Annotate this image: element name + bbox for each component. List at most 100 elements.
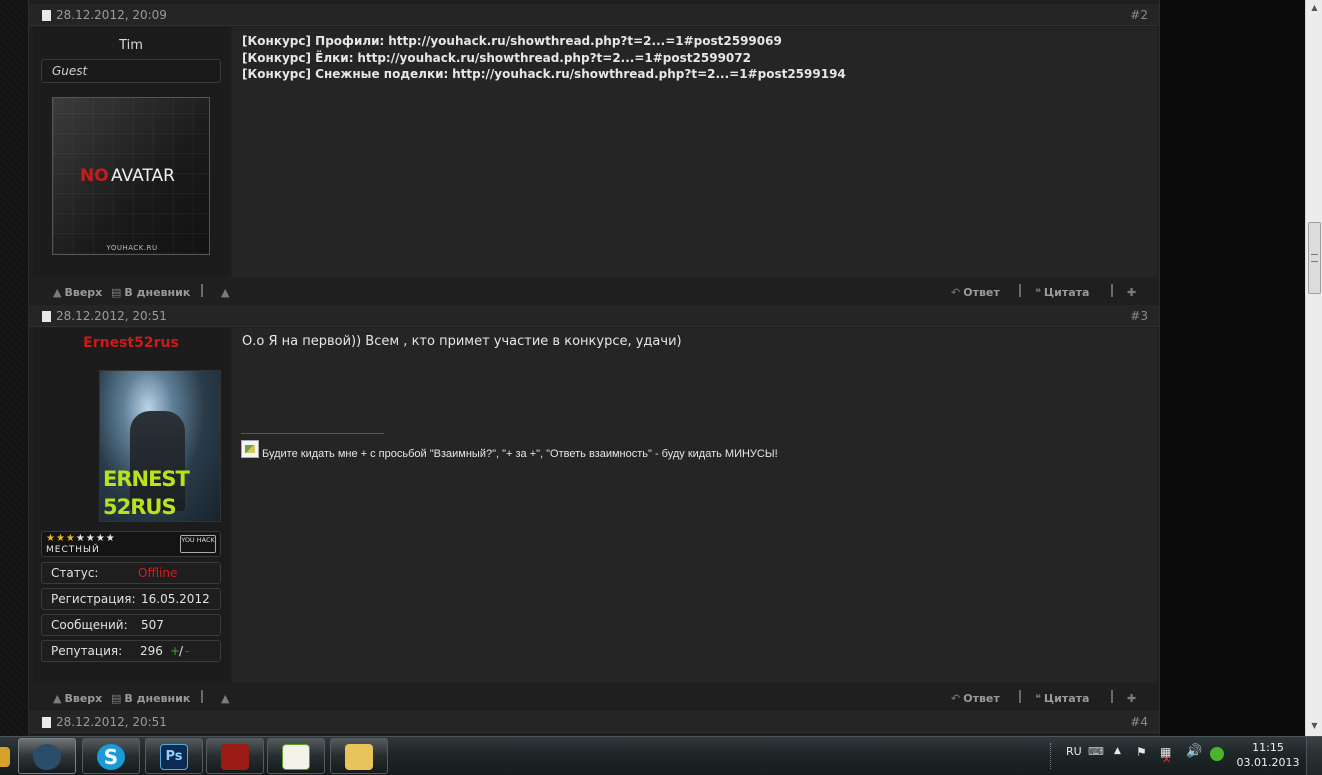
stat-status: Статус: Offline — [41, 562, 221, 584]
up-arrow-icon: ▲ — [53, 286, 62, 299]
user-rank: ★★★★★★★ МЕСТНЫЙ YOU HACK — [41, 531, 221, 557]
broken-image-icon — [241, 440, 259, 458]
warning-icon: ▲ — [221, 286, 230, 299]
system-clock[interactable]: 11:15 03.01.2013 — [1232, 740, 1304, 770]
skype-icon: S — [97, 744, 125, 770]
status-badge: Offline — [138, 566, 178, 580]
post-line: [Конкурс] Ёлки: http://youhack.ru/showth… — [242, 50, 846, 67]
language-indicator[interactable]: RU — [1066, 745, 1082, 758]
post-number-link[interactable]: #4 — [1130, 715, 1148, 729]
report-button[interactable]: ▲ — [221, 286, 232, 299]
separator — [201, 690, 203, 703]
post-line: [Конкурс] Профили: http://youhack.ru/sho… — [242, 33, 846, 50]
avatar-text: 52RUS — [103, 495, 177, 519]
photoshop-icon: Ps — [160, 744, 188, 770]
taskbar-app-skype[interactable]: S — [82, 738, 140, 774]
post-number-link[interactable]: #3 — [1130, 309, 1148, 323]
post-icon — [42, 717, 51, 728]
page-background-left — [0, 0, 28, 736]
post-date: 28.12.2012, 20:51 — [56, 309, 167, 323]
taskbar-app-dota[interactable] — [206, 738, 264, 774]
post-date: 28.12.2012, 20:51 — [56, 715, 167, 729]
quote-icon: ❝ — [1035, 286, 1041, 299]
post-icon — [42, 311, 51, 322]
reply-button[interactable]: ↶ Ответ — [951, 692, 1000, 705]
post-number-link[interactable]: #2 — [1130, 8, 1148, 22]
post-footer: ▲ Вверх ▤ В дневник ▲ ↶ Ответ ❝ Цитата ✚ — [33, 687, 1157, 711]
avatar-no-text: NO — [80, 166, 109, 186]
taskbar-app-steam[interactable] — [18, 738, 76, 774]
page-background-right — [1160, 0, 1305, 736]
post-content: О.о Я на первой)) Всем , кто примет учас… — [232, 328, 1157, 683]
taskbar-app-explorer[interactable] — [330, 738, 388, 774]
post-line-label: [Конкурс] Ёлки: — [242, 50, 354, 65]
signature-divider — [241, 433, 384, 434]
username[interactable]: Ernest52rus — [33, 335, 229, 351]
taskbar-app-notepadpp[interactable] — [267, 738, 325, 774]
user-info-panel: Tim Guest NO AVATAR YOUHACK.RU — [33, 27, 229, 277]
avatar[interactable]: ERNEST 52RUS — [99, 370, 221, 522]
scroll-down-arrow-icon[interactable]: ▼ — [1307, 718, 1322, 733]
taskbar: S Ps RU ⌨ ▲ ⚑ ▦ ✕ 🔊 11:15 03.01.2013 — [0, 736, 1322, 775]
taskbar-app-photoshop[interactable]: Ps — [145, 738, 203, 774]
rep-separator: / — [179, 644, 184, 658]
scroll-thumb[interactable] — [1308, 222, 1321, 294]
multiquote-button[interactable]: ✚ — [1127, 692, 1139, 705]
volume-icon[interactable]: 🔊 — [1186, 744, 1202, 759]
separator — [1111, 284, 1113, 297]
scroll-up-arrow-icon[interactable]: ▲ — [1307, 0, 1322, 15]
diary-icon: ▤ — [111, 286, 122, 299]
show-hidden-icons-icon[interactable]: ▲ — [1114, 746, 1121, 756]
post-line-label: [Конкурс] Профили: — [242, 34, 385, 48]
username[interactable]: Tim — [33, 38, 229, 53]
post-link[interactable]: http://youhack.ru/showthread.php?t=2...=… — [452, 67, 846, 81]
quote-button[interactable]: ❝ Цитата — [1035, 286, 1089, 299]
reply-icon: ↶ — [951, 692, 961, 705]
post-line-label: [Конкурс] Снежные поделки: — [242, 67, 449, 81]
stat-messages: Сообщений: 507 — [41, 614, 221, 636]
rep-minus-button[interactable]: - — [185, 644, 189, 658]
rank-label: МЕСТНЫЙ — [46, 545, 100, 555]
vertical-scrollbar[interactable]: ▲ ▼ — [1305, 0, 1322, 736]
add-to-diary-button[interactable]: ▤ В дневник — [111, 692, 190, 705]
keyboard-icon[interactable]: ⌨ — [1088, 745, 1104, 758]
quote-icon: ❝ — [1035, 692, 1041, 705]
stat-reputation: Репутация: 296 + / - — [41, 640, 221, 662]
user-info-panel: Ernest52rus ERNEST 52RUS ★★★★★★★ МЕСТНЫЙ… — [33, 328, 229, 683]
quote-button[interactable]: ❝ Цитата — [1035, 692, 1089, 705]
avatar-site-text: YOUHACK.RU — [106, 244, 158, 252]
stat-value: 296 — [140, 644, 163, 658]
action-center-flag-icon[interactable]: ⚑ — [1136, 745, 1147, 759]
post-content: [Конкурс] Профили: http://youhack.ru/sho… — [232, 27, 1157, 277]
forum-thread: 28.12.2012, 20:09 #2 Tim Guest NO AVATAR… — [28, 0, 1160, 736]
separator — [1019, 690, 1021, 703]
add-to-diary-button[interactable]: ▤ В дневник — [111, 286, 190, 299]
rank-stars: ★★★★★★★ — [46, 533, 116, 544]
start-button[interactable] — [0, 747, 10, 767]
post-line: [Конкурс] Снежные поделки: http://youhac… — [242, 66, 846, 83]
post-message: О.о Я на первой)) Всем , кто примет учас… — [242, 334, 682, 349]
post-link[interactable]: http://youhack.ru/showthread.php?t=2...=… — [357, 51, 751, 65]
reply-button[interactable]: ↶ Ответ — [951, 286, 1000, 299]
clock-time: 11:15 — [1252, 741, 1284, 754]
youhack-badge: YOU HACK — [180, 535, 216, 553]
post-icon — [42, 10, 51, 21]
steam-icon — [33, 744, 61, 770]
separator — [1019, 284, 1021, 297]
folder-icon — [345, 744, 373, 770]
multiquote-button[interactable]: ✚ — [1127, 286, 1139, 299]
dota-icon — [221, 744, 249, 770]
scroll-up-button[interactable]: ▲ Вверх — [53, 286, 102, 299]
diary-icon: ▤ — [111, 692, 122, 705]
avatar[interactable]: NO AVATAR YOUHACK.RU — [52, 97, 210, 255]
show-desktop-button[interactable] — [1306, 737, 1322, 775]
signature-text: Будите кидать мне + с просьбой "Взаимный… — [262, 448, 778, 460]
report-button[interactable]: ▲ — [221, 692, 232, 705]
stat-value: 16.05.2012 — [141, 592, 210, 606]
post-date: 28.12.2012, 20:09 — [56, 8, 167, 22]
post-link[interactable]: http://youhack.ru/showthread.php?t=2...=… — [388, 34, 782, 48]
scroll-up-button[interactable]: ▲ Вверх — [53, 692, 102, 705]
stat-label: Регистрация: — [51, 592, 136, 606]
app-tray-icon[interactable] — [1210, 747, 1224, 761]
post-message: [Конкурс] Профили: http://youhack.ru/sho… — [242, 33, 846, 83]
